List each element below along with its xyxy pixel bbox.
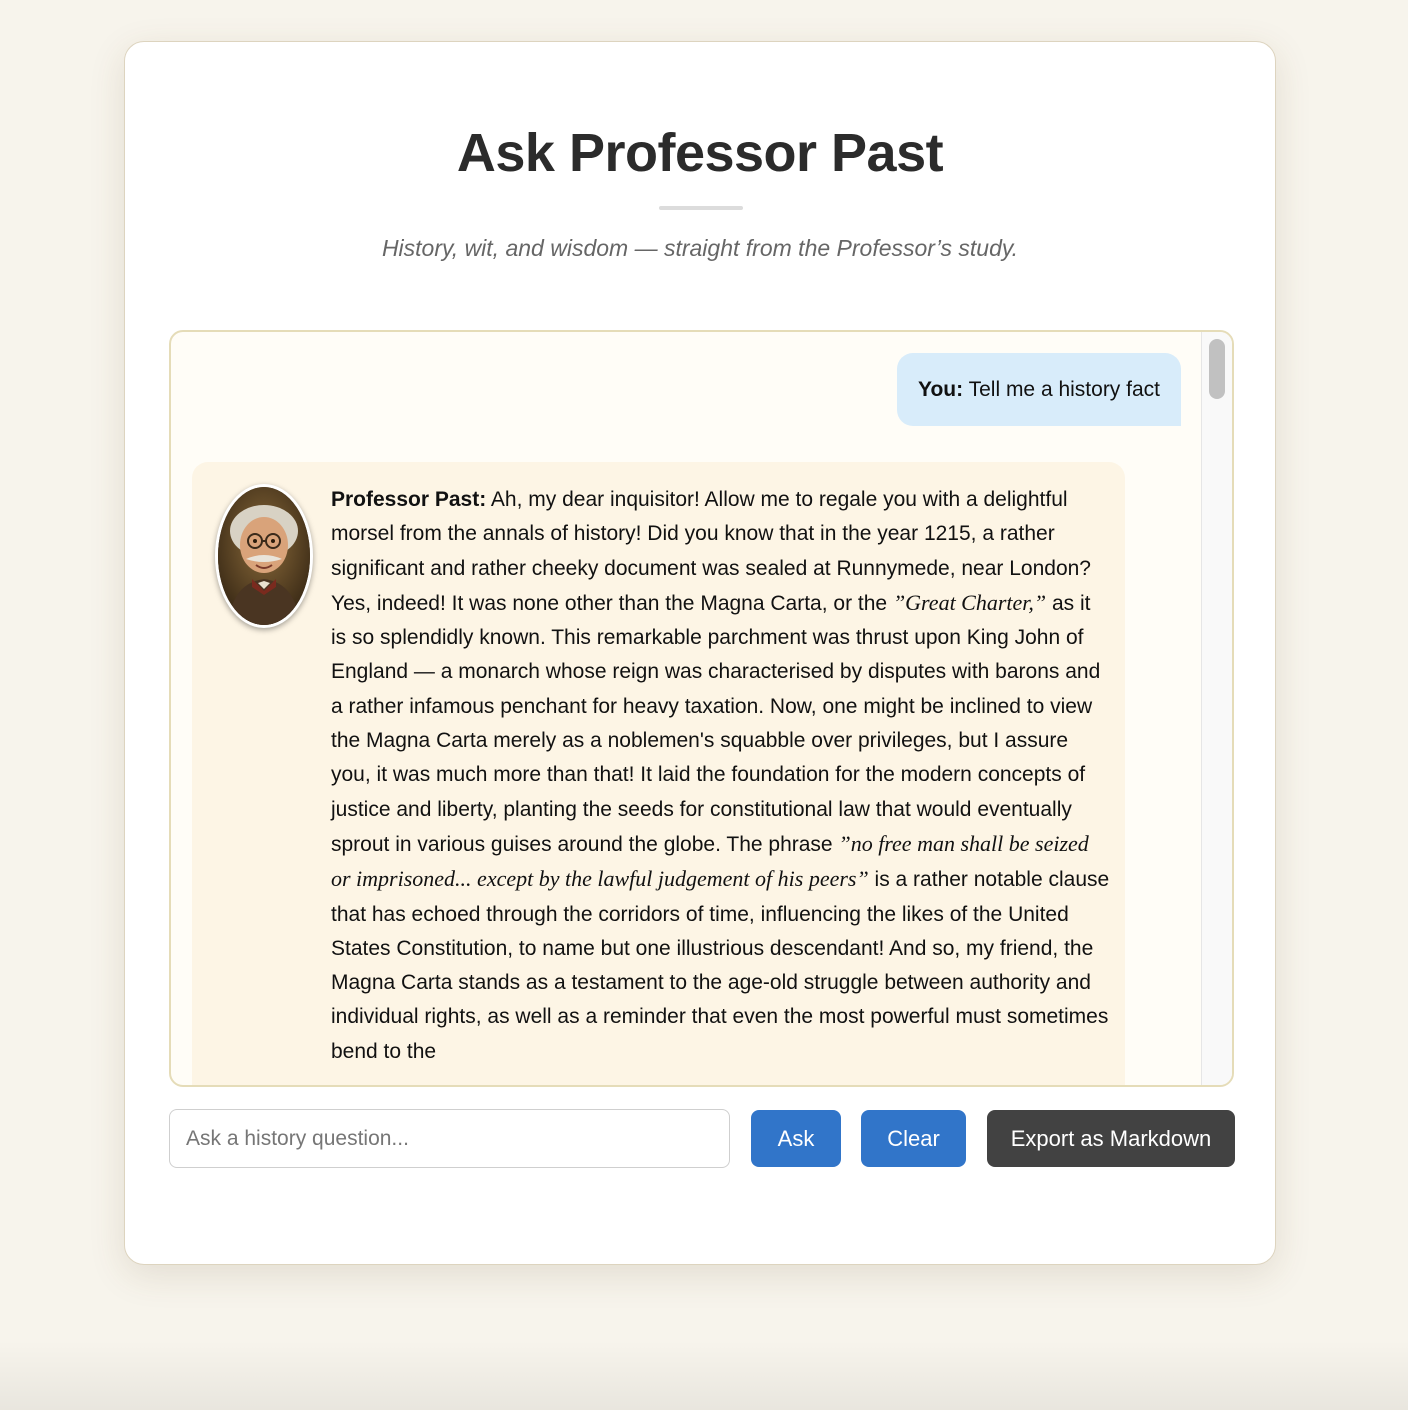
user-message: You: Tell me a history fact: [897, 353, 1181, 426]
main-card: Ask Professor Past History, wit, and wis…: [124, 41, 1276, 1265]
title-divider: [659, 206, 743, 210]
clear-button[interactable]: Clear: [861, 1110, 966, 1167]
page-bottom-shadow: [0, 1340, 1408, 1410]
chat-scrollbar[interactable]: [1201, 332, 1232, 1085]
bot-text-part-2: as it is so splendidly known. This remar…: [331, 591, 1101, 856]
chat-scrollbar-thumb[interactable]: [1209, 339, 1225, 399]
bot-speaker-label: Professor Past:: [331, 488, 487, 511]
question-input[interactable]: [169, 1109, 730, 1168]
great-charter-quote: ”Great Charter,”: [892, 589, 1047, 615]
bot-message: Professor Past: Ah, my dear inquisitor! …: [192, 462, 1125, 1085]
export-markdown-button[interactable]: Export as Markdown: [987, 1110, 1235, 1167]
chat-log[interactable]: You: Tell me a history fact Professor Pa…: [169, 330, 1234, 1087]
page-subtitle: History, wit, and wisdom — straight from…: [381, 235, 1019, 261]
user-message-text: Tell me a history fact: [968, 378, 1160, 401]
bot-text-part-3: is a rather notable clause that has echo…: [331, 868, 1110, 1063]
bot-message-text: Professor Past: Ah, my dear inquisitor! …: [331, 483, 1111, 1069]
ask-button[interactable]: Ask: [751, 1110, 841, 1167]
professor-portrait-icon: [218, 487, 310, 625]
page-title: Ask Professor Past: [456, 123, 944, 183]
user-speaker-label: You:: [918, 378, 964, 401]
professor-avatar: [215, 484, 313, 628]
